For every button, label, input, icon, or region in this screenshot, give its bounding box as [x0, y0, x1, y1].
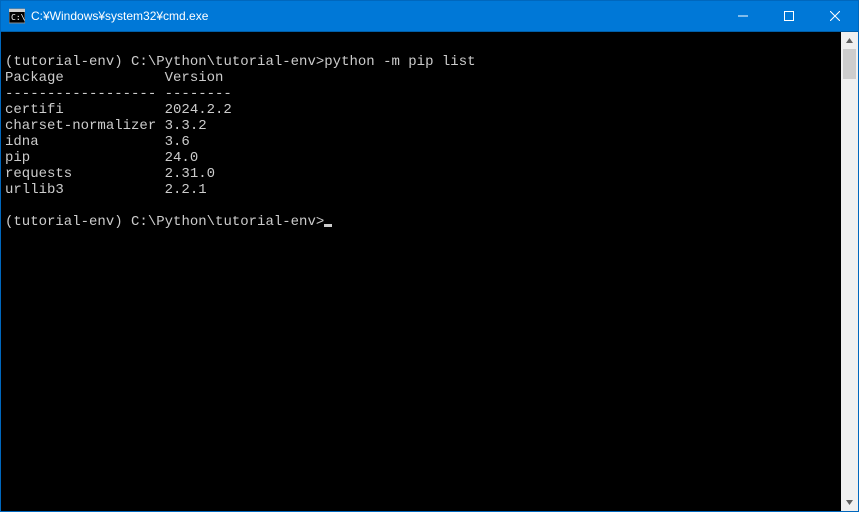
package-name: urllib3 [5, 182, 165, 198]
prompt-env: (tutorial-env) [5, 54, 123, 70]
package-name: requests [5, 166, 165, 182]
package-version: 3.3.2 [165, 118, 207, 134]
prompt-line-1: (tutorial-env) C:\Python\tutorial-env>py… [5, 54, 476, 70]
package-row: certifi2024.2.2 [5, 102, 837, 118]
close-button[interactable] [812, 1, 858, 31]
package-version: 24.0 [165, 150, 199, 166]
client-area: (tutorial-env) C:\Python\tutorial-env>py… [1, 31, 858, 511]
package-version: 3.6 [165, 134, 190, 150]
window-title: C:¥Windows¥system32¥cmd.exe [31, 9, 208, 23]
terminal-output[interactable]: (tutorial-env) C:\Python\tutorial-env>py… [1, 32, 841, 511]
cmd-icon: C:\ [9, 8, 25, 24]
pip-list-divider: -------------------------- [5, 86, 837, 102]
package-name: certifi [5, 102, 165, 118]
package-row: charset-normalizer3.3.2 [5, 118, 837, 134]
minimize-button[interactable] [720, 1, 766, 31]
maximize-button[interactable] [766, 1, 812, 31]
divider-version: -------- [165, 86, 232, 102]
package-row: urllib32.2.1 [5, 182, 837, 198]
prompt-path: C:\Python\tutorial-env> [131, 214, 324, 230]
divider-package: ------------------ [5, 86, 165, 102]
scroll-track[interactable] [841, 49, 858, 494]
text-cursor [324, 224, 332, 227]
scroll-up-button[interactable] [841, 32, 858, 49]
scroll-thumb[interactable] [843, 49, 856, 79]
package-version: 2.2.1 [165, 182, 207, 198]
package-version: 2.31.0 [165, 166, 215, 182]
entered-command: python -m pip list [324, 54, 475, 70]
prompt-path: C:\Python\tutorial-env> [131, 54, 324, 70]
cmd-window: C:\ C:¥Windows¥system32¥cmd.exe (tutoria… [0, 0, 859, 512]
package-name: pip [5, 150, 165, 166]
header-version: Version [165, 70, 224, 86]
package-row: pip24.0 [5, 150, 837, 166]
blank-line [5, 38, 13, 54]
svg-text:C:\: C:\ [11, 13, 25, 22]
pip-list-header: PackageVersion [5, 70, 837, 86]
prompt-env: (tutorial-env) [5, 214, 123, 230]
package-row: idna3.6 [5, 134, 837, 150]
prompt-line-2: (tutorial-env) C:\Python\tutorial-env> [5, 214, 332, 230]
package-name: idna [5, 134, 165, 150]
package-row: requests2.31.0 [5, 166, 837, 182]
package-version: 2024.2.2 [165, 102, 232, 118]
scroll-down-button[interactable] [841, 494, 858, 511]
header-package: Package [5, 70, 165, 86]
vertical-scrollbar[interactable] [841, 32, 858, 511]
titlebar[interactable]: C:\ C:¥Windows¥system32¥cmd.exe [1, 1, 858, 31]
package-name: charset-normalizer [5, 118, 165, 134]
